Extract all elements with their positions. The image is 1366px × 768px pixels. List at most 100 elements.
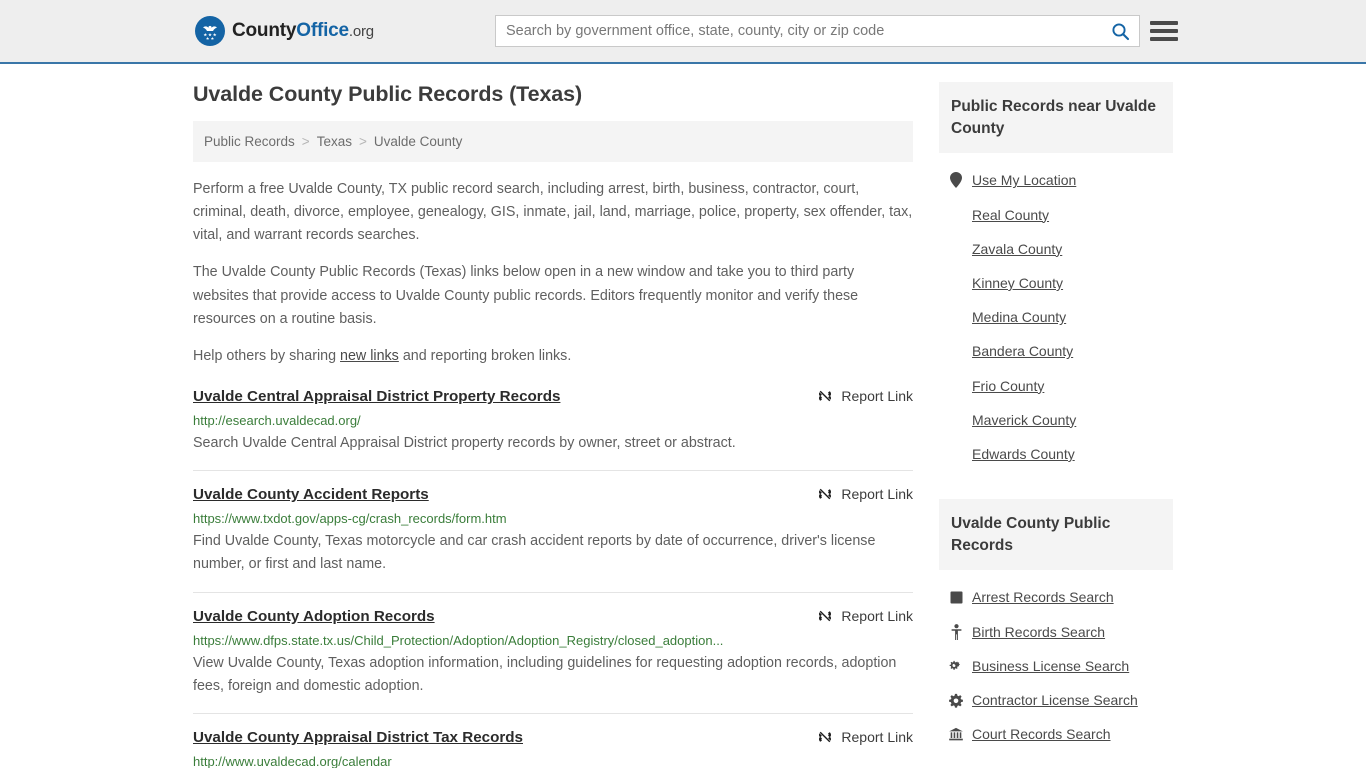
hamburger-menu-icon[interactable] xyxy=(1150,19,1178,43)
no-icon-spacer xyxy=(949,275,963,291)
site-header: CountyOffice.org xyxy=(0,0,1366,64)
report-link-label: Report Link xyxy=(841,728,913,745)
bank-icon xyxy=(949,726,963,742)
sidebar-item-label[interactable]: Maverick County xyxy=(972,411,1076,429)
search-bar[interactable] xyxy=(495,15,1140,47)
county-records-heading: Uvalde County Public Records xyxy=(939,499,1173,571)
result-title-link[interactable]: Uvalde County Adoption Records xyxy=(193,607,435,626)
sidebar-item-label[interactable]: Use My Location xyxy=(972,171,1076,189)
result-url[interactable]: http://www.uvaldecad.org/calendar xyxy=(193,754,913,768)
sidebar-item-label[interactable]: Frio County xyxy=(972,377,1044,395)
result-title-link[interactable]: Uvalde County Accident Reports xyxy=(193,485,429,504)
logo-word-office: Office xyxy=(296,20,349,41)
breadcrumb-item-uvalde-county[interactable]: Uvalde County xyxy=(374,134,463,149)
sidebar-list-item[interactable]: Medina County xyxy=(939,300,1173,334)
report-link-button[interactable]: Report Link xyxy=(817,729,913,745)
sidebar-list-item[interactable]: Zavala County xyxy=(939,232,1173,266)
sidebar-item-label[interactable]: Birth Records Search xyxy=(972,623,1105,641)
sidebar-list-item[interactable]: Real County xyxy=(939,198,1173,232)
result-item: Uvalde County Adoption Records Report Lin… xyxy=(193,607,913,714)
broken-chain-icon xyxy=(817,486,833,502)
sidebar-list-item[interactable]: Frio County xyxy=(939,369,1173,403)
sidebar-list-item[interactable]: Birth Records Search xyxy=(939,615,1173,649)
sidebar-item-label[interactable]: Business License Search xyxy=(972,657,1129,675)
results-list: Uvalde Central Appraisal District Proper… xyxy=(193,387,913,768)
search-button[interactable] xyxy=(1101,16,1139,46)
broken-chain-icon xyxy=(817,729,833,745)
sidebar-item-label[interactable]: Contractor License Search xyxy=(972,691,1138,709)
intro-text-before: Help others by sharing xyxy=(193,347,341,364)
logo-word-county: County xyxy=(232,20,297,41)
report-link-button[interactable]: Report Link xyxy=(817,486,913,502)
result-url[interactable]: http://esearch.uvaldecad.org/ xyxy=(193,413,913,428)
sidebar-list-item[interactable]: Kinney County xyxy=(939,266,1173,300)
no-icon-spacer xyxy=(949,207,963,223)
breadcrumb-separator: > xyxy=(358,134,367,149)
sidebar-item-label[interactable]: Edwards County xyxy=(972,445,1075,463)
sidebar-item-label[interactable]: Court Records Search xyxy=(972,725,1111,743)
sidebar: Public Records near Uvalde County Use My… xyxy=(939,82,1173,768)
intro-paragraph-2: The Uvalde County Public Records (Texas)… xyxy=(193,264,859,327)
eagle-seal-icon xyxy=(195,16,225,46)
intro-paragraph-3: Help others by sharing new links and rep… xyxy=(193,345,913,368)
result-title-link[interactable]: Uvalde County Appraisal District Tax Rec… xyxy=(193,728,523,747)
broken-chain-icon xyxy=(817,388,833,404)
sidebar-list-item[interactable]: Use My Location xyxy=(939,163,1173,197)
result-description: View Uvalde County, Texas adoption infor… xyxy=(193,654,897,694)
sidebar-item-label[interactable]: Bandera County xyxy=(972,342,1073,360)
search-icon xyxy=(1111,22,1130,41)
sidebar-item-label[interactable]: Kinney County xyxy=(972,274,1063,292)
no-icon-spacer xyxy=(949,412,963,428)
report-link-button[interactable]: Report Link xyxy=(817,608,913,624)
sidebar-item-label[interactable]: Arrest Records Search xyxy=(972,588,1114,606)
sidebar-list-item[interactable]: Bandera County xyxy=(939,334,1173,368)
result-title-link[interactable]: Uvalde Central Appraisal District Proper… xyxy=(193,387,560,406)
cogs-icon xyxy=(949,658,963,674)
sidebar-list-item[interactable]: Business License Search xyxy=(939,649,1173,683)
no-icon-spacer xyxy=(949,378,963,394)
sidebar-list-item[interactable]: Maverick County xyxy=(939,403,1173,437)
result-item: Uvalde County Appraisal District Tax Rec… xyxy=(193,728,913,768)
sidebar-item-label[interactable]: Zavala County xyxy=(972,240,1062,258)
logo-wordmark: CountyOffice.org xyxy=(232,20,374,42)
result-url[interactable]: https://www.dfps.state.tx.us/Child_Prote… xyxy=(193,633,913,648)
sidebar-item-label[interactable]: Real County xyxy=(972,206,1049,224)
result-header: Uvalde Central Appraisal District Proper… xyxy=(193,387,913,406)
result-description: Find Uvalde County, Texas motorcycle and… xyxy=(193,533,876,573)
breadcrumb-item-texas[interactable]: Texas xyxy=(317,134,352,149)
breadcrumb: Public Records > Texas > Uvalde County xyxy=(193,121,913,162)
report-link-button[interactable]: Report Link xyxy=(817,388,913,404)
result-header: Uvalde County Adoption Records Report Lin… xyxy=(193,607,913,626)
search-input[interactable] xyxy=(496,16,1101,46)
nearby-records-card: Public Records near Uvalde County Use My… xyxy=(939,82,1173,475)
site-logo[interactable]: CountyOffice.org xyxy=(195,16,374,46)
county-records-card: Uvalde County Public Records Arrest Reco… xyxy=(939,499,1173,755)
breadcrumb-separator: > xyxy=(301,134,310,149)
no-icon-spacer xyxy=(949,343,963,359)
no-icon-spacer xyxy=(949,309,963,325)
result-header: Uvalde County Accident Reports Report Lin… xyxy=(193,485,913,504)
no-icon-spacer xyxy=(949,446,963,462)
main-content: Uvalde County Public Records (Texas) Pub… xyxy=(193,82,913,768)
new-links-link[interactable]: new links xyxy=(340,348,399,364)
page-title: Uvalde County Public Records (Texas) xyxy=(193,82,583,106)
page-body: Uvalde County Public Records (Texas) Pub… xyxy=(0,64,1366,768)
sidebar-list-item[interactable]: Contractor License Search xyxy=(939,683,1173,717)
sidebar-list-item[interactable]: Arrest Records Search xyxy=(939,580,1173,614)
broken-chain-icon xyxy=(817,608,833,624)
nearby-records-heading: Public Records near Uvalde County xyxy=(939,82,1173,154)
sidebar-list-item[interactable]: Edwards County xyxy=(939,437,1173,471)
breadcrumb-item-public-records[interactable]: Public Records xyxy=(204,134,295,149)
sidebar-list-item[interactable]: Court Records Search xyxy=(939,717,1173,751)
intro-text-after: and reporting broken links. xyxy=(398,347,572,364)
result-item: Uvalde Central Appraisal District Proper… xyxy=(193,387,913,472)
logo-tld: .org xyxy=(348,23,374,40)
sidebar-item-label[interactable]: Medina County xyxy=(972,308,1066,326)
result-description: Search Uvalde Central Appraisal District… xyxy=(193,435,736,452)
intro-paragraph-1: Perform a free Uvalde County, TX public … xyxy=(193,181,913,244)
intro-text: Perform a free Uvalde County, TX public … xyxy=(193,178,913,368)
result-url[interactable]: https://www.txdot.gov/apps-cg/crash_reco… xyxy=(193,511,913,526)
nearby-records-list: Use My Location Real County Zavala County K… xyxy=(939,153,1173,475)
report-link-label: Report Link xyxy=(841,607,913,624)
